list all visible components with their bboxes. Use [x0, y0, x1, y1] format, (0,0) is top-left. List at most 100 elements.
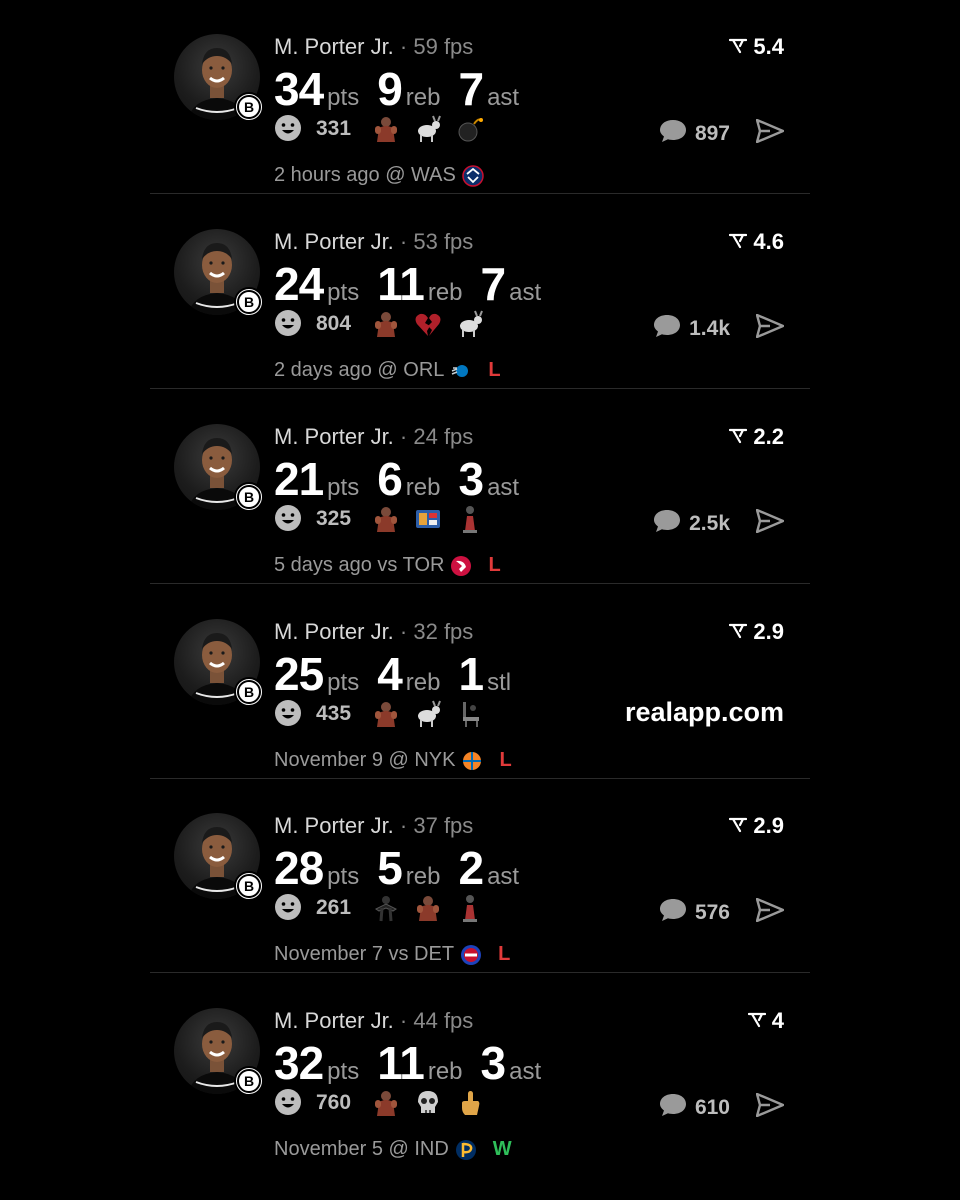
- stat-label: pts: [327, 279, 360, 306]
- stat-label: ast: [509, 279, 542, 306]
- flexed-figure-icon[interactable]: [413, 893, 443, 923]
- flexed-figure-icon[interactable]: [371, 504, 401, 534]
- fps-score: 37 fps: [413, 813, 474, 838]
- goat-icon[interactable]: [413, 699, 443, 729]
- smiley-icon[interactable]: [274, 1088, 304, 1118]
- player-name[interactable]: M. Porter Jr.: [274, 813, 394, 838]
- rating: 4: [747, 1008, 784, 1034]
- comment-button[interactable]: 2.5k: [653, 508, 730, 539]
- reaction-count: 804: [316, 312, 352, 335]
- comment-icon: [659, 1092, 687, 1123]
- feed-card[interactable]: B M. Porter Jr. · 32 fps 2.9 25 pts 4 reb 1 stl 4…: [150, 585, 810, 779]
- broken-heart-icon[interactable]: [413, 309, 443, 339]
- stat-label: pts: [327, 1058, 360, 1085]
- rating-icon: [747, 1008, 766, 1034]
- smiley-icon[interactable]: [274, 309, 304, 339]
- feed-card[interactable]: B M. Porter Jr. · 53 fps 4.6 24 pts 11 reb 7 ast…: [150, 195, 810, 389]
- feed-card[interactable]: B M. Porter Jr. · 37 fps 2.9 28 pts 5 reb 2 ast 2…: [150, 779, 810, 973]
- comment-actions: 2.5k: [653, 508, 785, 539]
- reactions[interactable]: 331: [274, 114, 485, 144]
- svg-text:B: B: [244, 684, 254, 700]
- dark-figure-icon[interactable]: [371, 893, 401, 923]
- game-result: L: [499, 749, 512, 771]
- comment-button[interactable]: 576: [659, 897, 730, 928]
- goat-icon[interactable]: [413, 114, 443, 144]
- comment-actions: 610: [659, 1092, 785, 1123]
- middle-finger-icon[interactable]: [455, 1088, 485, 1118]
- statue-icon[interactable]: [455, 893, 485, 923]
- reactions[interactable]: 760: [274, 1088, 485, 1118]
- smiley-icon[interactable]: [274, 114, 304, 144]
- stat-value: 4: [377, 648, 403, 700]
- comment-button[interactable]: 610: [659, 1092, 730, 1123]
- knicks-logo-icon: [461, 750, 483, 772]
- stat-value: 7: [458, 63, 484, 115]
- fps-score: 44 fps: [413, 1008, 474, 1033]
- stat-label: ast: [487, 863, 520, 890]
- send-icon[interactable]: [755, 508, 785, 538]
- chair-icon[interactable]: [455, 699, 485, 729]
- card-header: M. Porter Jr. · 44 fps: [274, 1008, 473, 1034]
- stat-label: reb: [405, 474, 441, 501]
- stat-line: 34 pts 9 reb 7 ast: [274, 62, 537, 116]
- rating-value: 4.6: [753, 229, 784, 254]
- smiley-icon[interactable]: [274, 504, 304, 534]
- feed-card[interactable]: B M. Porter Jr. · 59 fps 5.4 34 pts 9 reb 7 ast 3…: [150, 0, 810, 194]
- player-name[interactable]: M. Porter Jr.: [274, 619, 394, 644]
- rating-icon: [729, 619, 748, 645]
- stat-label: ast: [509, 1058, 542, 1085]
- rating-icon: [729, 813, 748, 839]
- flexed-figure-icon[interactable]: [371, 1088, 401, 1118]
- player-name[interactable]: M. Porter Jr.: [274, 229, 394, 254]
- reactions[interactable]: 261: [274, 893, 485, 923]
- rating: 2.2: [729, 424, 784, 450]
- reaction-count: 325: [316, 507, 352, 530]
- comment-button[interactable]: 897: [659, 118, 730, 149]
- reactions[interactable]: 804: [274, 309, 485, 339]
- bomb-icon[interactable]: [455, 114, 485, 144]
- smiley-icon[interactable]: [274, 699, 304, 729]
- game-time: November 9 @ NYK: [274, 749, 456, 771]
- smiley-icon[interactable]: [274, 893, 304, 923]
- pistons-logo-icon: [460, 944, 482, 966]
- send-icon[interactable]: [755, 118, 785, 148]
- sticker-icon[interactable]: [413, 504, 443, 534]
- flexed-figure-icon[interactable]: [371, 309, 401, 339]
- separator-dot: ·: [393, 813, 414, 838]
- comment-count: 610: [694, 1095, 730, 1119]
- statue-icon[interactable]: [455, 504, 485, 534]
- fps-score: 24 fps: [413, 424, 474, 449]
- reaction-count: 435: [316, 702, 352, 725]
- send-icon[interactable]: [755, 897, 785, 927]
- reactions[interactable]: 325: [274, 504, 485, 534]
- send-icon[interactable]: [755, 1092, 785, 1122]
- feed-card[interactable]: B M. Porter Jr. · 24 fps 2.2 21 pts 6 reb 3 ast 3…: [150, 390, 810, 584]
- comment-actions: 576: [659, 897, 785, 928]
- game-meta: November 5 @ IND W: [274, 1138, 512, 1161]
- player-name[interactable]: M. Porter Jr.: [274, 34, 394, 59]
- comment-count: 897: [694, 121, 730, 145]
- stat-value: 6: [377, 453, 403, 505]
- stat-label: pts: [327, 669, 360, 696]
- rating-icon: [729, 34, 748, 60]
- watermark: realapp.com: [624, 697, 784, 727]
- svg-text:B: B: [244, 294, 254, 310]
- comment-button[interactable]: 1.4k: [653, 313, 730, 344]
- player-name[interactable]: M. Porter Jr.: [274, 1008, 394, 1033]
- game-time: November 7 vs DET: [274, 943, 455, 965]
- flexed-figure-icon[interactable]: [371, 699, 401, 729]
- skull-icon[interactable]: [413, 1088, 443, 1118]
- goat-icon[interactable]: [455, 309, 485, 339]
- rating-icon: [729, 229, 748, 255]
- svg-text:B: B: [244, 99, 254, 115]
- flexed-figure-icon[interactable]: [371, 114, 401, 144]
- game-result: W: [492, 1138, 512, 1160]
- card-header: M. Porter Jr. · 53 fps: [274, 229, 473, 255]
- stat-label: pts: [327, 863, 360, 890]
- send-icon[interactable]: [755, 313, 785, 343]
- reactions[interactable]: 435: [274, 699, 485, 729]
- svg-text:B: B: [244, 878, 254, 894]
- player-name[interactable]: M. Porter Jr.: [274, 424, 394, 449]
- comment-icon: [653, 508, 681, 539]
- feed-card[interactable]: B M. Porter Jr. · 44 fps 4 32 pts 11 reb 3 ast 76…: [150, 974, 810, 1168]
